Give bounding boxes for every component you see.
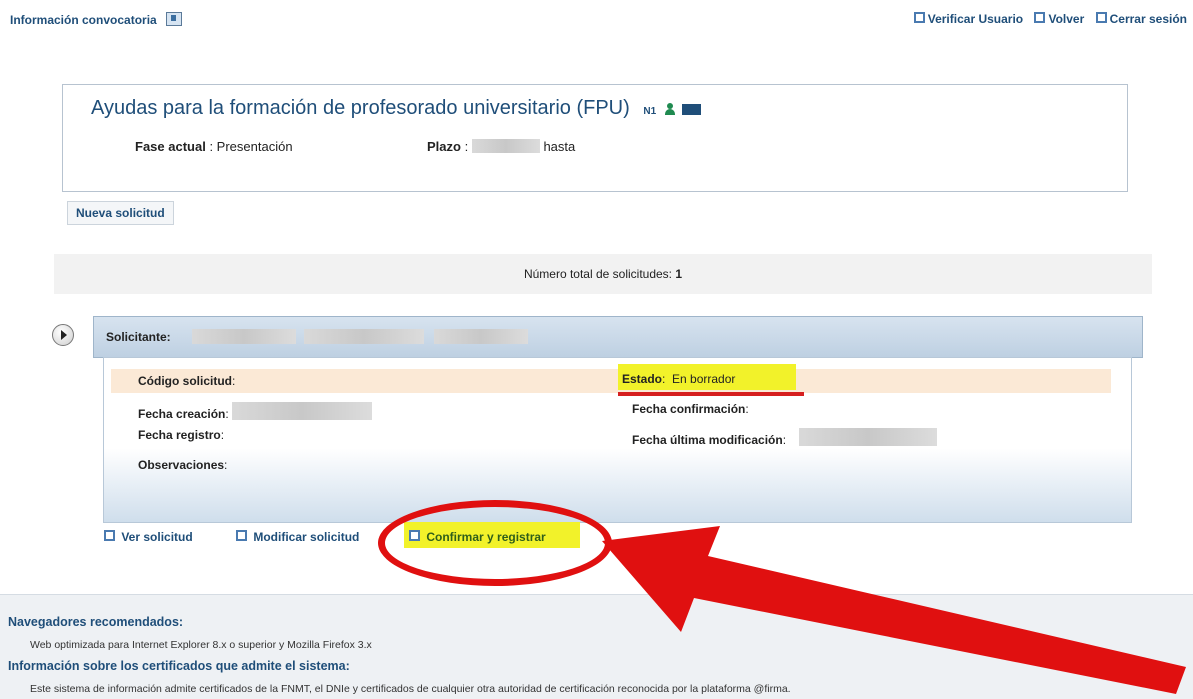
annotation-arrow [602, 526, 1186, 694]
arrow-shape [602, 526, 1186, 694]
